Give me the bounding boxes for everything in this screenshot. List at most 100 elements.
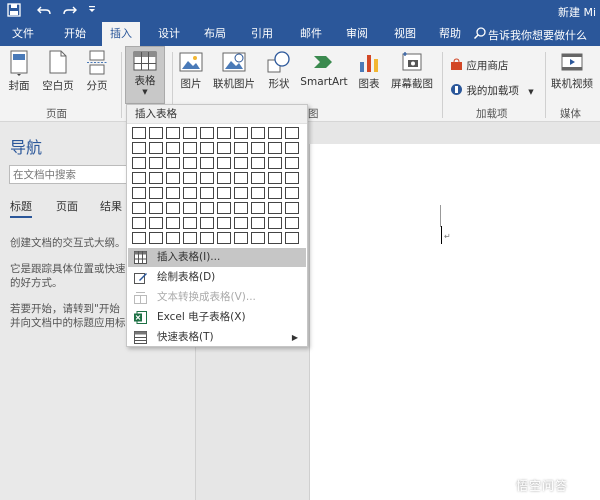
table-grid-cell[interactable] [166,217,180,229]
table-grid-cell[interactable] [149,172,163,184]
table-grid-cell[interactable] [200,127,214,139]
table-grid-cell[interactable] [234,142,248,154]
customize-icon[interactable] [84,3,100,19]
table-grid-cell[interactable] [217,187,231,199]
table-grid-cell[interactable] [217,127,231,139]
table-grid-cell[interactable] [183,157,197,169]
table-grid-cell[interactable] [217,142,231,154]
table-grid-cell[interactable] [149,232,163,244]
tab-view[interactable]: 视图 [386,22,424,46]
table-grid-cell[interactable] [149,157,163,169]
table-grid-cell[interactable] [166,202,180,214]
table-grid-cell[interactable] [217,202,231,214]
smartart-button[interactable]: SmartArt [299,50,349,88]
table-grid-cell[interactable] [268,232,282,244]
cover-page-button[interactable]: 封面 [4,50,34,93]
shapes-button[interactable]: 形状 [263,50,295,91]
tab-file[interactable]: 文件 [4,22,42,46]
table-grid-cell[interactable] [285,172,299,184]
blank-page-button[interactable]: 空白页 [40,50,76,93]
table-grid-cell[interactable] [132,232,146,244]
table-grid-cell[interactable] [200,232,214,244]
table-grid-cell[interactable] [268,172,282,184]
table-grid-cell[interactable] [234,202,248,214]
table-grid-cell[interactable] [183,217,197,229]
table-grid-cell[interactable] [251,202,265,214]
table-grid-cell[interactable] [166,187,180,199]
table-grid-cell[interactable] [166,232,180,244]
table-grid-cell[interactable] [132,127,146,139]
save-icon[interactable] [6,3,22,19]
table-grid-cell[interactable] [166,172,180,184]
table-grid-cell[interactable] [234,127,248,139]
table-grid-cell[interactable] [217,232,231,244]
tab-review[interactable]: 审阅 [338,22,376,46]
table-grid-cell[interactable] [285,187,299,199]
table-grid-cell[interactable] [285,232,299,244]
table-grid-cell[interactable] [183,187,197,199]
redo-icon[interactable] [62,3,78,19]
table-grid-cell[interactable] [149,127,163,139]
tab-home[interactable]: 开始 [54,22,96,46]
table-grid-cell[interactable] [149,217,163,229]
table-grid-cell[interactable] [217,217,231,229]
tab-help[interactable]: 帮助 [431,22,469,46]
table-grid-cell[interactable] [149,187,163,199]
table-grid-cell[interactable] [251,217,265,229]
picture-button[interactable]: 图片 [176,50,206,91]
store-button[interactable]: 应用商店 [450,58,508,73]
table-grid-cell[interactable] [251,127,265,139]
table-grid-cell[interactable] [285,142,299,154]
table-grid-cell[interactable] [132,202,146,214]
table-button[interactable]: 表格 ▼ [125,46,165,104]
table-grid-cell[interactable] [285,127,299,139]
table-grid-cell[interactable] [183,172,197,184]
table-grid-cell[interactable] [132,157,146,169]
table-grid-cell[interactable] [183,142,197,154]
table-grid-cell[interactable] [200,157,214,169]
tab-layout[interactable]: 布局 [196,22,234,46]
table-grid-cell[interactable] [268,217,282,229]
table-grid-cell[interactable] [166,127,180,139]
table-grid-cell[interactable] [251,142,265,154]
table-grid-cell[interactable] [234,187,248,199]
table-grid-cell[interactable] [200,217,214,229]
table-grid-cell[interactable] [285,217,299,229]
table-grid-cell[interactable] [251,172,265,184]
text-to-table-menu-item[interactable]: 文本转换成表格(V)... [128,288,306,307]
draw-table-menu-item[interactable]: 绘制表格(D) [128,268,306,287]
table-grid-cell[interactable] [200,202,214,214]
table-grid-cell[interactable] [285,202,299,214]
table-grid-cell[interactable] [166,157,180,169]
table-grid-cell[interactable] [200,142,214,154]
table-grid-cell[interactable] [200,172,214,184]
table-grid-cell[interactable] [234,172,248,184]
excel-spreadsheet-menu-item[interactable]: Excel 电子表格(X) [128,308,306,327]
table-grid-cell[interactable] [234,232,248,244]
page-break-button[interactable]: 分页 [82,50,112,93]
table-grid-cell[interactable] [234,217,248,229]
table-grid-cell[interactable] [200,187,214,199]
table-grid-cell[interactable] [251,232,265,244]
document-page[interactable] [309,144,600,500]
table-grid-cell[interactable] [268,142,282,154]
nav-tab-pages[interactable]: 页面 [56,198,78,214]
table-grid-cell[interactable] [132,217,146,229]
online-picture-button[interactable]: 联机图片 [210,50,258,91]
table-grid-cell[interactable] [251,187,265,199]
table-grid-cell[interactable] [132,187,146,199]
table-grid-cell[interactable] [251,157,265,169]
table-grid-cell[interactable] [268,187,282,199]
table-grid-cell[interactable] [149,142,163,154]
tab-design[interactable]: 设计 [150,22,188,46]
tell-me-box[interactable]: 告诉我你想要做什么 [488,27,587,43]
screenshot-button[interactable]: 屏幕截图 [388,50,436,91]
chart-button[interactable]: 图表 [354,50,384,91]
tab-mailings[interactable]: 邮件 [292,22,330,46]
online-video-button[interactable]: 联机视频 [548,50,596,91]
table-grid-cell[interactable] [183,127,197,139]
table-grid-cell[interactable] [268,127,282,139]
table-grid-cell[interactable] [234,157,248,169]
table-grid-cell[interactable] [149,202,163,214]
table-grid-cell[interactable] [217,172,231,184]
